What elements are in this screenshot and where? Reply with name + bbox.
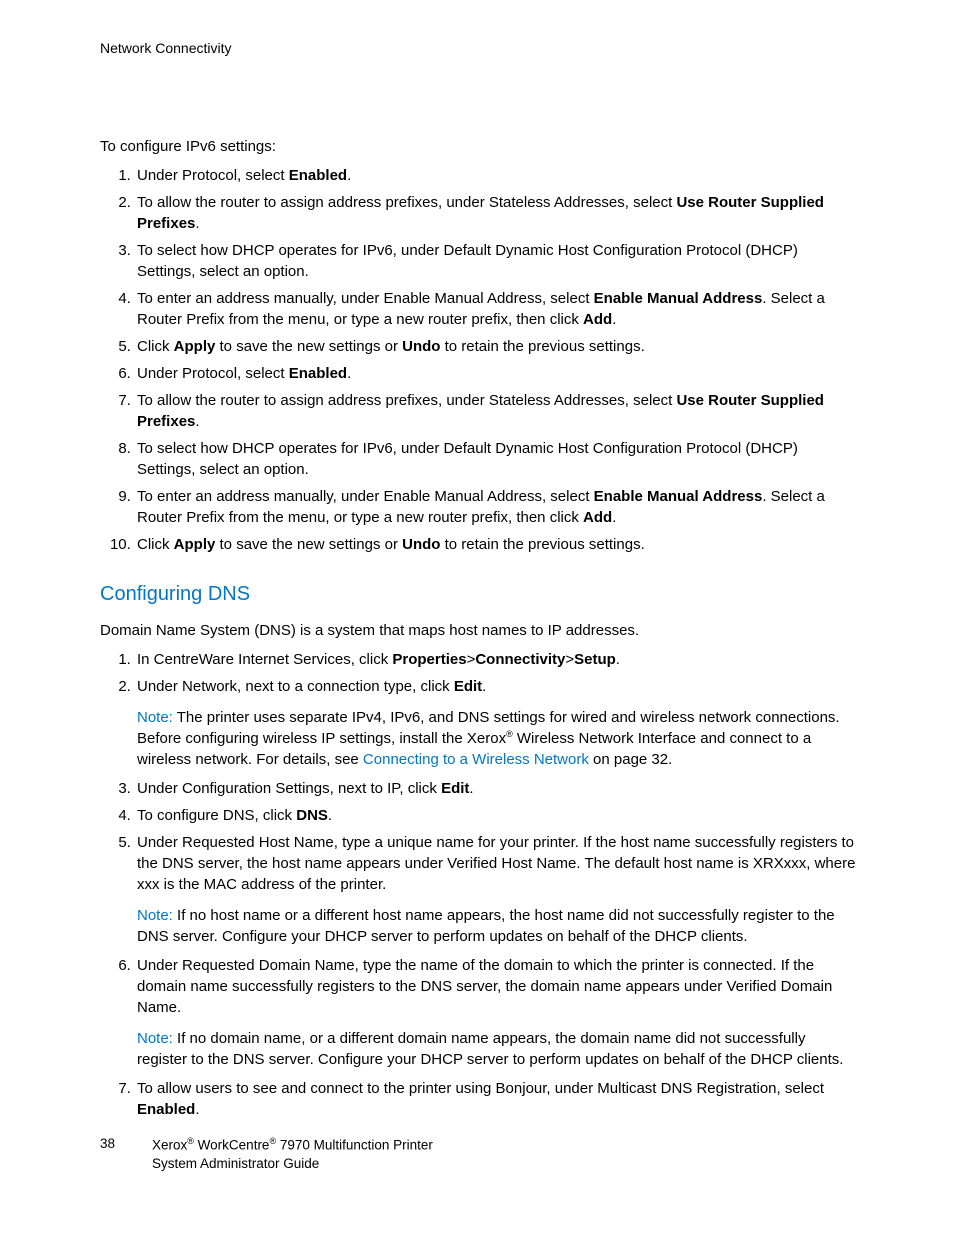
text: . [469,780,473,797]
text: . [612,311,616,328]
note-block: Note: The printer uses separate IPv4, IP… [137,707,859,770]
text: Under Requested Host Name, type a unique… [137,834,855,893]
text: To enter an address manually, under Enab… [137,488,594,505]
list-item: To select how DHCP operates for IPv6, un… [135,240,859,282]
note-label: Note: [137,709,173,726]
list-item: Under Network, next to a connection type… [135,676,859,770]
text: . [328,807,332,824]
bold-text: Undo [402,536,440,553]
bold-text: Enabled [137,1101,195,1118]
text: If no domain name, or a different domain… [137,1030,843,1068]
text: . [616,651,620,668]
text: To allow the router to assign address pr… [137,194,676,211]
list-item: Under Requested Domain Name, type the na… [135,955,859,1070]
text: 7970 Multifunction Printer [276,1138,433,1153]
bold-text: Edit [454,678,482,695]
text: Under Protocol, select [137,365,289,382]
text: . [195,215,199,232]
text: If no host name or a different host name… [137,907,835,945]
text: To enter an address manually, under Enab… [137,290,594,307]
text: Click [137,536,174,553]
text: System Administrator Guide [152,1156,319,1171]
text: To allow users to see and connect to the… [137,1080,824,1097]
text: to save the new settings or [215,338,402,355]
bold-text: Apply [174,338,216,355]
text: . [612,509,616,526]
ipv6-steps-list: Under Protocol, select Enabled. To allow… [100,165,859,555]
list-item: To enter an address manually, under Enab… [135,486,859,528]
footer-text: Xerox® WorkCentre® 7970 Multifunction Pr… [152,1135,433,1173]
section-heading: Configuring DNS [100,583,859,606]
reg-mark: ® [506,729,513,739]
bold-text: Apply [174,536,216,553]
dns-steps-list: In CentreWare Internet Services, click P… [100,649,859,1120]
section-intro: To configure IPv6 settings: [100,136,859,157]
list-item: To allow the router to assign address pr… [135,390,859,432]
bold-text: Connectivity [475,651,565,668]
bold-text: Setup [574,651,616,668]
text: . [482,678,486,695]
running-header: Network Connectivity [100,40,859,56]
list-item: To allow users to see and connect to the… [135,1078,859,1120]
note-block: Note: If no domain name, or a different … [137,1028,859,1070]
bold-text: Undo [402,338,440,355]
page-footer: 38Xerox® WorkCentre® 7970 Multifunction … [100,1135,433,1173]
note-block: Note: If no host name or a different hos… [137,905,859,947]
dns-intro: Domain Name System (DNS) is a system tha… [100,620,859,641]
list-item: Under Configuration Settings, next to IP… [135,778,859,799]
text: Click [137,338,174,355]
text: to save the new settings or [215,536,402,553]
list-item: To configure DNS, click DNS. [135,805,859,826]
bold-text: Add [583,509,612,526]
list-item: To allow the router to assign address pr… [135,192,859,234]
list-item: Under Protocol, select Enabled. [135,363,859,384]
text: To allow the router to assign address pr… [137,392,676,409]
bold-text: Properties [392,651,466,668]
document-page: Network Connectivity To configure IPv6 s… [0,0,954,1235]
list-item: Under Requested Host Name, type a unique… [135,832,859,947]
text: Under Configuration Settings, next to IP… [137,780,441,797]
text: Under Requested Domain Name, type the na… [137,957,832,1016]
text: . [347,167,351,184]
bold-text: Add [583,311,612,328]
bold-text: Enabled [289,167,347,184]
list-item: Click Apply to save the new settings or … [135,534,859,555]
note-label: Note: [137,1030,173,1047]
text: In CentreWare Internet Services, click [137,651,392,668]
text: . [347,365,351,382]
list-item: To enter an address manually, under Enab… [135,288,859,330]
doc-link[interactable]: Connecting to a Wireless Network [363,751,589,768]
page-number: 38 [100,1135,152,1153]
list-item: In CentreWare Internet Services, click P… [135,649,859,670]
text: to retain the previous settings. [440,338,644,355]
text: To configure DNS, click [137,807,296,824]
note-label: Note: [137,907,173,924]
list-item: Click Apply to save the new settings or … [135,336,859,357]
text: > [565,651,574,668]
text: . [195,1101,199,1118]
bold-text: Enable Manual Address [594,488,763,505]
list-item: To select how DHCP operates for IPv6, un… [135,438,859,480]
list-item: Under Protocol, select Enabled. [135,165,859,186]
text: . [195,413,199,430]
text: Under Network, next to a connection type… [137,678,454,695]
bold-text: Edit [441,780,469,797]
reg-mark: ® [187,1136,194,1146]
text: WorkCentre [194,1138,270,1153]
text: Xerox [152,1138,187,1153]
text: Under Protocol, select [137,167,289,184]
bold-text: DNS [296,807,328,824]
text: on page 32. [589,751,672,768]
bold-text: Enabled [289,365,347,382]
bold-text: Enable Manual Address [594,290,763,307]
text: to retain the previous settings. [440,536,644,553]
